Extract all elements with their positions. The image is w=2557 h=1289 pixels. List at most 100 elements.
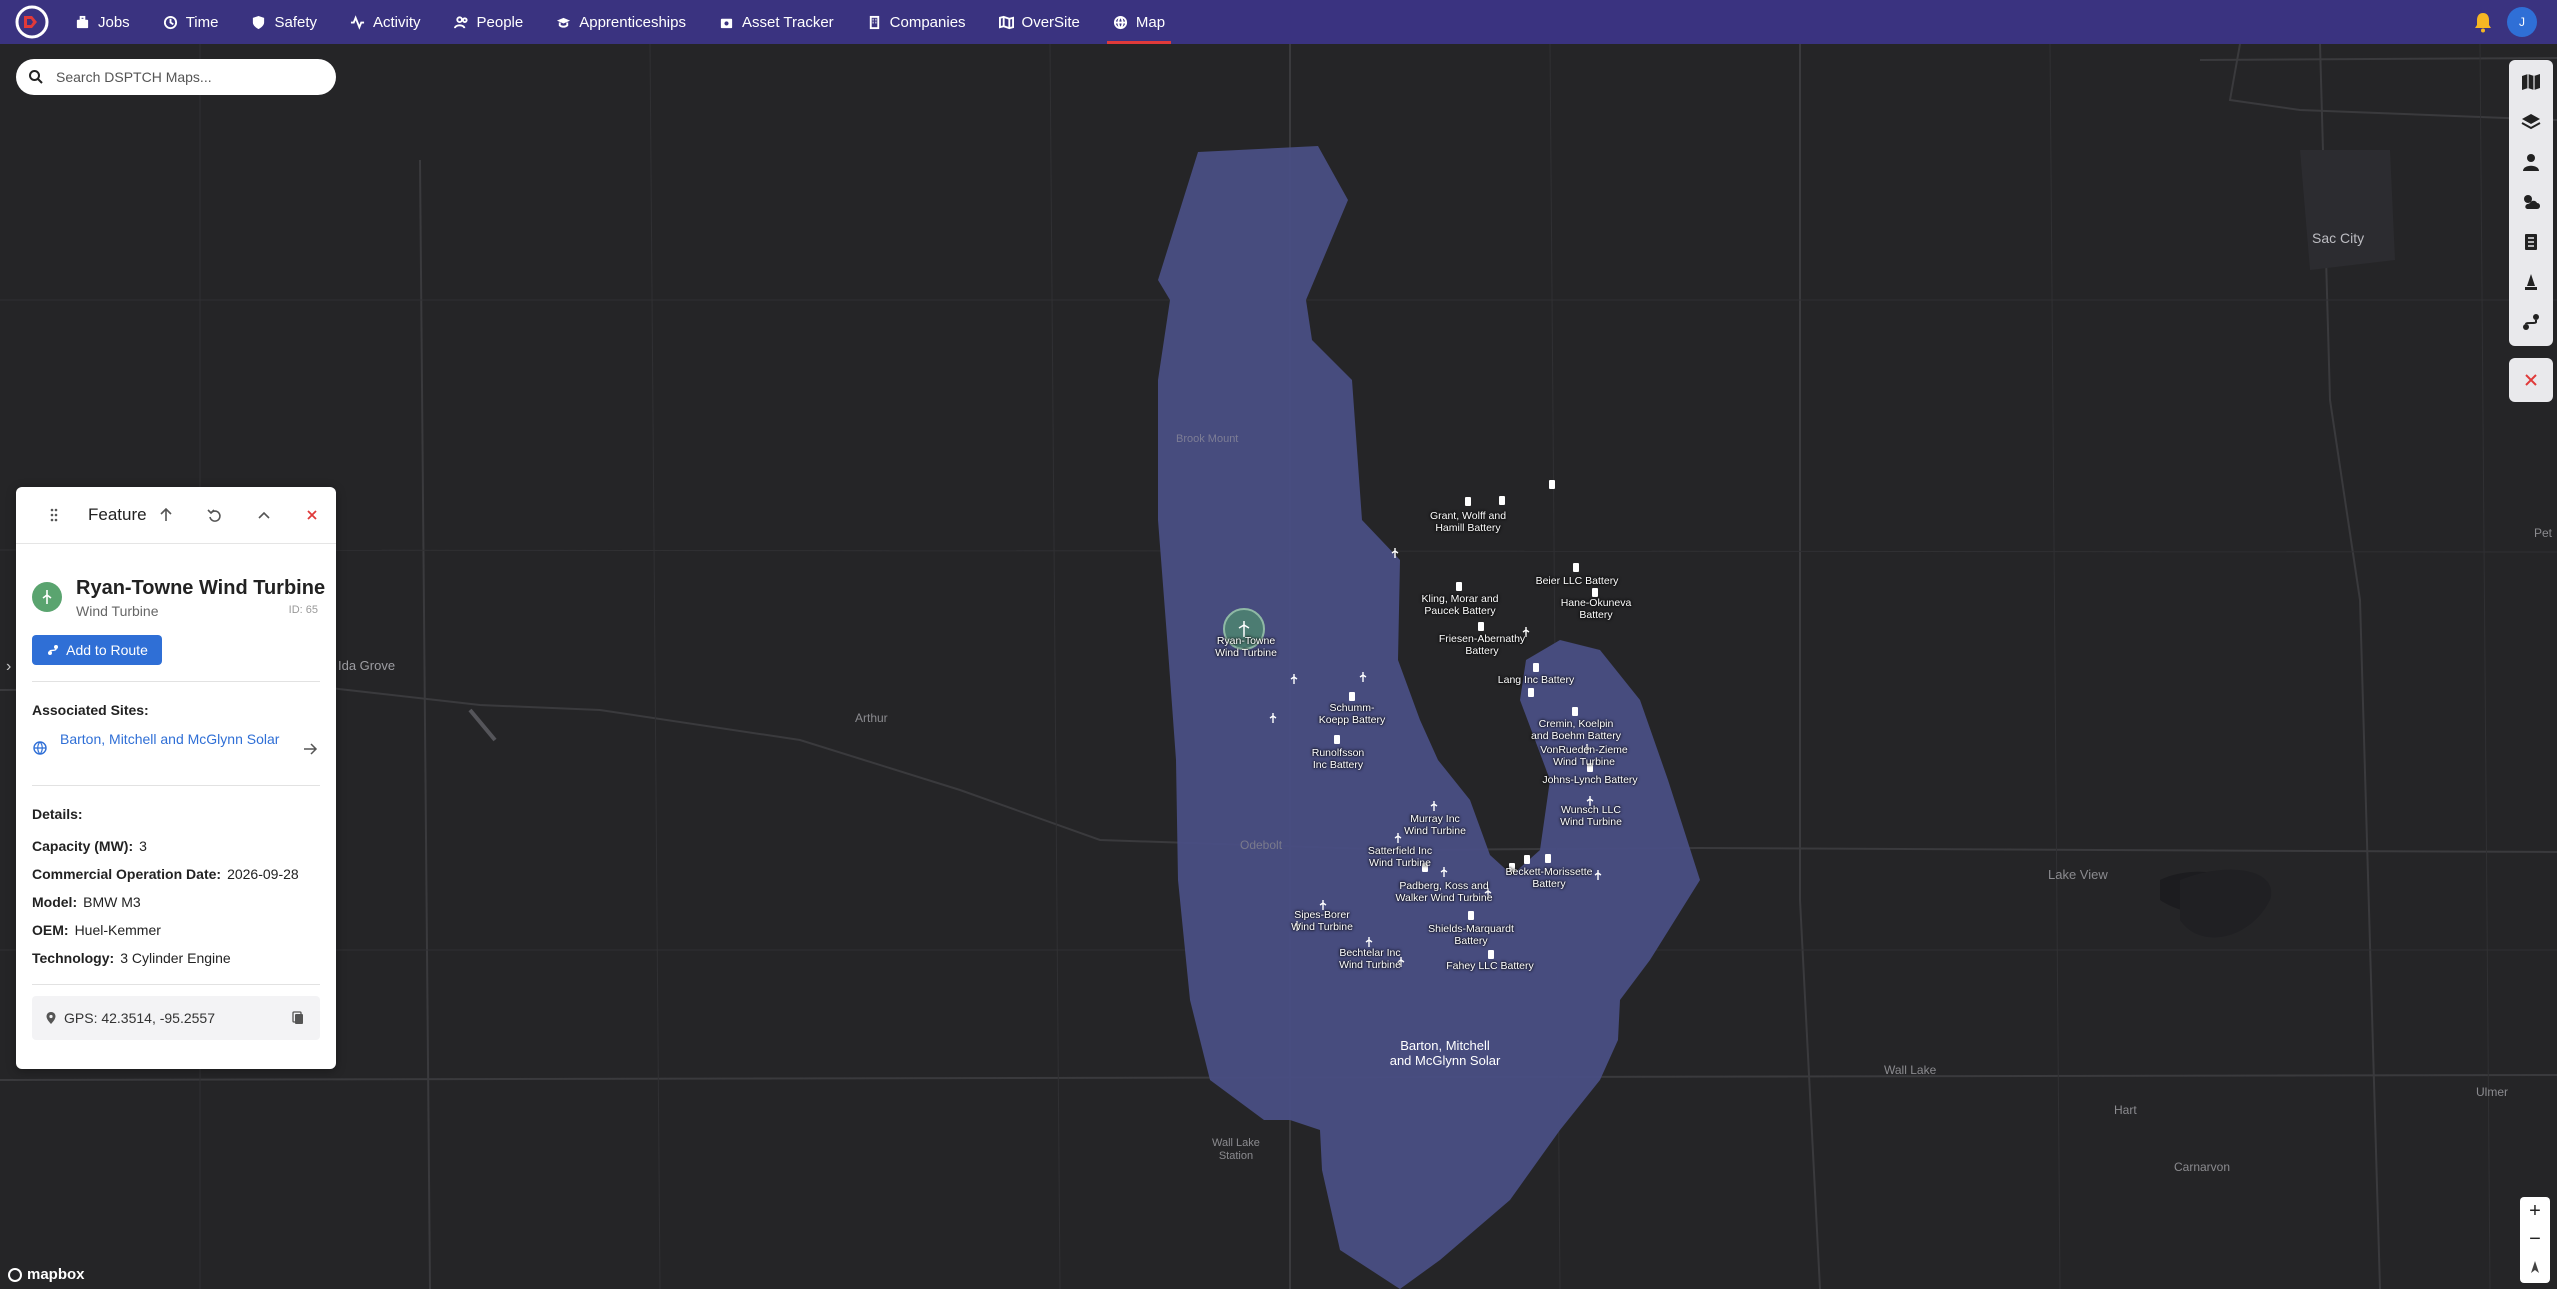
- route-button[interactable]: [2515, 306, 2547, 338]
- feature-label[interactable]: Satterfield Inc Wind Turbine: [1368, 845, 1432, 869]
- panel-title: Feature: [88, 505, 147, 524]
- feature-label[interactable]: Grant, Wolff and Hamill Battery: [1430, 510, 1506, 534]
- zoom-out-button[interactable]: −: [2520, 1225, 2550, 1253]
- person-icon: [2523, 154, 2539, 171]
- feature-label-line2: Wind Turbine: [1369, 857, 1431, 869]
- feature-label-line1: Shields-Marquardt: [1428, 923, 1514, 935]
- buildings-layer-button[interactable]: [2515, 226, 2547, 258]
- feature-label[interactable]: Sipes-Borer Wind Turbine: [1291, 909, 1353, 933]
- feature-label-line1: Padberg, Koss and: [1399, 880, 1489, 892]
- mapbox-attribution[interactable]: mapbox: [8, 1266, 85, 1283]
- feature-label[interactable]: Wunsch LLC Wind Turbine: [1560, 804, 1622, 828]
- feature-label-line2: Hamill Battery: [1435, 522, 1501, 534]
- chevron-up-icon[interactable]: [256, 507, 272, 523]
- undo-icon[interactable]: [207, 507, 223, 523]
- compass-icon: [2531, 1261, 2539, 1273]
- feature-label-line2: Inc Battery: [1312, 759, 1364, 771]
- nav-apprenticeships[interactable]: Apprenticeships: [556, 0, 686, 44]
- feature-label[interactable]: Fahey LLC Battery: [1446, 960, 1534, 972]
- drag-handle-icon[interactable]: [46, 507, 62, 523]
- building-icon: [869, 15, 879, 29]
- globe-icon: [1113, 15, 1127, 29]
- feature-label[interactable]: Bechtelar Inc Wind Turbine: [1339, 947, 1401, 971]
- mapbox-text: mapbox: [27, 1266, 85, 1283]
- detail-row-capacity: Capacity (MW): 3: [32, 838, 147, 854]
- feature-label-line1: Hane-Okuneva: [1560, 597, 1632, 609]
- feature-label-line2: and Boehm Battery: [1531, 730, 1621, 742]
- compass-button[interactable]: [2520, 1253, 2550, 1281]
- feature-label[interactable]: Runolfsson Inc Battery: [1312, 747, 1365, 771]
- detail-row-operation-date: Commercial Operation Date: 2026-09-28: [32, 866, 299, 882]
- weather-layer-button[interactable]: [2515, 186, 2547, 218]
- feature-label[interactable]: Beckett-Morissette Battery: [1506, 866, 1593, 890]
- search-input[interactable]: [54, 68, 318, 86]
- people-layer-button[interactable]: [2515, 146, 2547, 178]
- layers-icon: [2521, 114, 2541, 130]
- feature-type-badge: [32, 582, 62, 612]
- feature-label-line1: Murray Inc: [1410, 813, 1460, 825]
- nav-companies[interactable]: Companies: [867, 0, 966, 44]
- hazards-layer-button[interactable]: [2515, 266, 2547, 298]
- detail-label: OEM:: [32, 922, 69, 938]
- nav-asset-tracker-label: Asset Tracker: [741, 13, 834, 31]
- notification-bell-icon[interactable]: [2471, 10, 2495, 34]
- nav-safety[interactable]: Safety: [251, 0, 317, 44]
- nav-map-label: Map: [1135, 13, 1166, 31]
- nav-safety-label: Safety: [274, 13, 317, 31]
- nav-activity[interactable]: Activity: [350, 0, 421, 44]
- feature-label[interactable]: Hane-Okuneva Battery: [1561, 597, 1632, 621]
- feature-label[interactable]: VonRueden-Zieme Wind Turbine: [1540, 744, 1628, 768]
- feature-label-line1: Cremin, Koelpin: [1538, 718, 1614, 730]
- people-icon: [453, 15, 468, 28]
- feature-label-line2: Wind Turbine: [1404, 825, 1466, 837]
- feature-label-line1: Lang Inc Battery: [1497, 674, 1575, 686]
- feature-label[interactable]: Shields-Marquardt Battery: [1428, 923, 1514, 947]
- layers-button[interactable]: [2515, 106, 2547, 138]
- nav-jobs-label: Jobs: [98, 13, 130, 31]
- feature-label[interactable]: Kling, Morar and Paucek Battery: [1421, 593, 1498, 617]
- feature-label[interactable]: Friesen-Abernathy Battery: [1439, 633, 1525, 657]
- copy-icon[interactable]: [290, 1010, 306, 1026]
- search-icon: [29, 70, 43, 84]
- map-tools-toolbar: [2509, 60, 2553, 346]
- nav-people[interactable]: People: [453, 0, 524, 44]
- close-tools-button[interactable]: [2509, 358, 2553, 402]
- feature-label-line1: Runolfsson: [1311, 747, 1365, 759]
- feature-label[interactable]: Padberg, Koss and Walker Wind Turbine: [1395, 880, 1492, 904]
- feature-label-line2: Walker Wind Turbine: [1395, 892, 1493, 904]
- detail-row-oem: OEM: Huel-Kemmer: [32, 922, 161, 938]
- map-canvas[interactable]: Sac City Ida Grove Arthur Odebolt Lake V…: [0, 44, 2557, 1289]
- user-avatar[interactable]: J: [2507, 7, 2537, 37]
- map-search-bar[interactable]: [16, 59, 336, 95]
- feature-label-line1: Beckett-Morissette: [1505, 866, 1593, 878]
- feature-label[interactable]: Lang Inc Battery: [1498, 674, 1574, 686]
- feature-label-line1: Grant, Wolff and: [1429, 510, 1507, 522]
- zoom-controls: + −: [2520, 1197, 2550, 1283]
- arrow-right-icon[interactable]: [302, 741, 318, 757]
- nav-map[interactable]: Map: [1106, 0, 1172, 44]
- nav-oversite-label: OverSite: [1021, 13, 1080, 31]
- arrow-up-icon[interactable]: [158, 507, 174, 523]
- zoom-in-button[interactable]: +: [2520, 1197, 2550, 1225]
- feature-label[interactable]: Beier LLC Battery: [1536, 575, 1619, 587]
- nav-asset-tracker[interactable]: Asset Tracker: [719, 0, 834, 44]
- associated-site-link[interactable]: Barton, Mitchell and McGlynn Solar: [60, 730, 280, 749]
- close-icon[interactable]: [304, 507, 320, 523]
- feature-label[interactable]: Johns-Lynch Battery: [1542, 774, 1637, 786]
- feature-markers-layer: [1269, 480, 1602, 967]
- nav-oversite[interactable]: OverSite: [998, 0, 1080, 44]
- expand-sidebar-chevron-icon[interactable]: ›: [6, 658, 11, 676]
- nav-time[interactable]: Time: [163, 0, 218, 44]
- feature-label[interactable]: Murray Inc Wind Turbine: [1404, 813, 1466, 837]
- add-to-route-button[interactable]: Add to Route: [32, 635, 162, 665]
- detail-row-model: Model: BMW M3: [32, 894, 141, 910]
- basemap-button[interactable]: [2515, 66, 2547, 98]
- nav-jobs[interactable]: Jobs: [75, 0, 130, 44]
- feature-label[interactable]: Schumm- Koepp Battery: [1319, 702, 1386, 726]
- nav-people-label: People: [476, 13, 524, 31]
- feature-label[interactable]: Cremin, Koelpin and Boehm Battery: [1531, 718, 1621, 742]
- feature-label-line2: Battery: [1465, 645, 1499, 657]
- feature-label-line1: VonRueden-Zieme: [1540, 744, 1628, 756]
- dsptch-logo[interactable]: [15, 5, 49, 39]
- graduation-cap-icon: [557, 17, 571, 28]
